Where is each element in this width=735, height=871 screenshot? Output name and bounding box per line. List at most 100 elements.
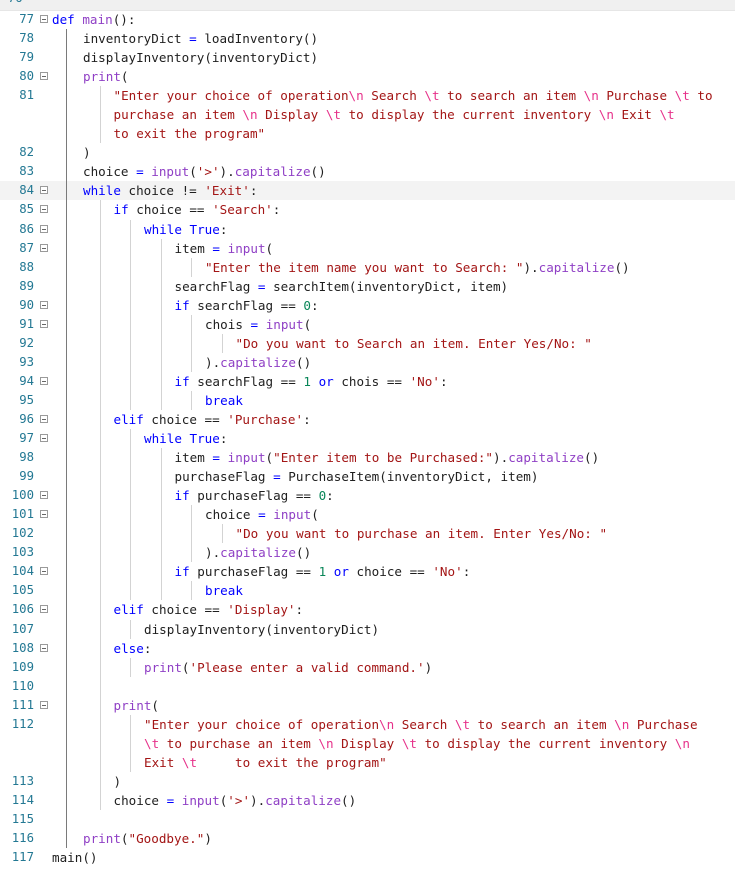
fold-toggle-icon[interactable] (40, 700, 48, 709)
code-line[interactable]: 108 else: (0, 638, 735, 658)
token-plain: chois (205, 316, 251, 332)
fold-toggle-icon[interactable] (40, 319, 48, 328)
fold-toggle-icon[interactable] (40, 186, 48, 195)
code-text: elif choice == 'Purchase': (114, 410, 311, 429)
fold-toggle-icon[interactable] (40, 414, 48, 423)
code-line[interactable]: 81 "Enter your choice of operation\n Sear… (0, 86, 735, 106)
code-line[interactable]: \t to purchase an item \n Display \t to … (0, 733, 735, 753)
code-line[interactable]: 113) (0, 771, 735, 791)
token-fn: print (83, 69, 121, 85)
code-line[interactable]: 96 elif choice == 'Purchase': (0, 409, 735, 430)
code-line[interactable]: 85 if choice == 'Search': (0, 200, 735, 220)
token-str: "Goodbye." (128, 831, 205, 847)
line-number: 79 (19, 50, 34, 65)
code-line[interactable]: 98 item = input("Enter item to be Purchas… (0, 448, 735, 468)
code-text: searchFlag = searchItem(inventoryDict, i… (175, 277, 509, 296)
code-line[interactable]: 99 purchaseFlag = PurchaseItem(inventoryD… (0, 467, 735, 487)
code-line[interactable]: 90 if searchFlag == 0: (0, 295, 735, 315)
indent-guide (99, 619, 101, 639)
code-line[interactable]: 86 while True: (0, 219, 735, 239)
token-str: 'Please enter a valid command.' (189, 659, 425, 675)
token-plain: (): (112, 12, 136, 27)
code-line[interactable]: 89 searchFlag = searchItem(inventoryDict,… (0, 276, 735, 296)
code-text: ).capitalize() (205, 543, 311, 562)
code-line[interactable]: 97 while True: (0, 429, 735, 449)
code-line[interactable]: 102 "Do you want to purchase an item. Ent… (0, 524, 735, 544)
fold-toggle-icon[interactable] (40, 643, 48, 652)
token-plain: purchaseFlag == (189, 488, 319, 504)
code-line[interactable]: 95 break (0, 390, 735, 410)
token-str: "Enter your choice of operation (113, 88, 349, 104)
fold-toggle-icon[interactable] (40, 491, 48, 500)
code-line[interactable]: 79 displayInventory(inventoryDict) (0, 48, 735, 68)
line-number: 78 (19, 31, 34, 46)
code-line[interactable]: 78 inventoryDict = loadInventory() (0, 29, 735, 49)
code-line[interactable]: 87 item = input( (0, 238, 735, 258)
code-line[interactable]: 94 if searchFlag == 1 or chois == 'No': (0, 371, 735, 391)
token-str: 'No' (432, 564, 463, 580)
code-line[interactable]: 110 (0, 676, 735, 696)
token-str: to search an item (439, 88, 584, 104)
code-editor[interactable]: 77 def main(): 78 inventoryDict = loadInven… (0, 10, 735, 867)
indent-guide (99, 448, 101, 468)
code-line[interactable]: 77 def main(): (0, 10, 735, 29)
code-line[interactable]: 111 print( (0, 695, 735, 715)
token-op: = (212, 240, 221, 256)
code-line[interactable]: 100 if purchaseFlag == 0: (0, 486, 735, 506)
code-line[interactable]: 107 displayInventory(inventoryDict) (0, 619, 735, 639)
code-line[interactable]: 101 choice = input( (0, 505, 735, 525)
code-text: choice = input('>').capitalize() (83, 162, 326, 181)
fold-toggle-icon[interactable] (40, 224, 48, 233)
code-line[interactable]: Exit \t to exit the program" (0, 752, 735, 772)
indent-guide (66, 67, 67, 87)
token-str: "Enter the item name you want to Search:… (205, 259, 524, 275)
code-line[interactable]: 83 choice = input('>').capitalize() (0, 162, 735, 182)
fold-toggle-icon[interactable] (40, 72, 48, 81)
fold-toggle-icon[interactable] (40, 243, 48, 252)
code-line[interactable]: 117 main() (0, 848, 735, 867)
token-str: Exit (613, 107, 660, 123)
fold-toggle-icon[interactable] (40, 510, 48, 519)
code-line[interactable]: 91 chois = input( (0, 314, 735, 334)
fold-toggle-icon[interactable] (40, 567, 48, 576)
code-line[interactable]: 114 choice = input('>').capitalize() (0, 790, 735, 810)
code-line[interactable]: 116 print("Goodbye.") (0, 829, 735, 849)
fold-toggle-icon[interactable] (40, 376, 48, 385)
code-line[interactable]: 104 if purchaseFlag == 1 or choice == 'No… (0, 562, 735, 582)
code-line[interactable]: 106 elif choice == 'Display': (0, 600, 735, 620)
code-line[interactable]: 93).capitalize() (0, 352, 735, 372)
fold-toggle-icon[interactable] (40, 300, 48, 309)
indent-guide (160, 543, 162, 563)
code-line[interactable]: 82) (0, 143, 735, 163)
token-esc2: \t (454, 716, 471, 732)
fold-toggle-icon[interactable] (40, 605, 48, 614)
line-number: 77 (19, 12, 34, 26)
code-text: "Enter the item name you want to Search:… (205, 258, 630, 277)
code-text: break (205, 391, 243, 410)
code-line[interactable]: 92 "Do you want to Search an item. Enter … (0, 333, 735, 353)
indent-guide (66, 390, 67, 410)
code-line[interactable]: 103).capitalize() (0, 543, 735, 563)
token-esc2: \n (242, 107, 258, 123)
code-text: "Do you want to Search an item. Enter Ye… (236, 334, 592, 353)
indent-guide (66, 276, 67, 296)
code-line[interactable]: 115 (0, 809, 735, 830)
code-line[interactable]: 109 print('Please enter a valid command.'… (0, 657, 735, 677)
code-line[interactable]: purchase an item \n Display \t to displa… (0, 105, 735, 125)
fold-toggle-icon[interactable] (40, 434, 48, 443)
fold-toggle-icon[interactable] (40, 205, 48, 214)
code-line[interactable]: 105 break (0, 581, 735, 601)
fold-toggle-icon[interactable] (40, 15, 48, 23)
code-line[interactable]: 80 print( (0, 67, 735, 87)
code-line[interactable]: 112 "Enter your choice of operation\n Sea… (0, 714, 735, 734)
indent-guide (191, 352, 192, 372)
line-number: 92 (19, 335, 34, 350)
indent-guide (99, 295, 101, 315)
code-line[interactable]: 84 while choice != 'Exit': (0, 181, 735, 201)
code-line[interactable]: 88 "Enter the item name you want to Searc… (0, 257, 735, 277)
code-text: ) (83, 143, 91, 162)
code-line[interactable]: to exit the program" (0, 124, 735, 144)
